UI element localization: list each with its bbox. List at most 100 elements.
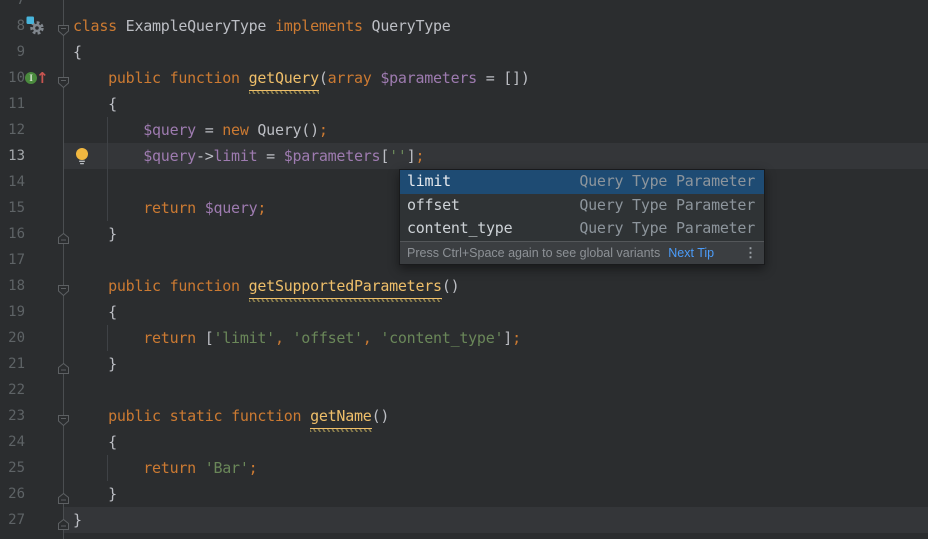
code-token: } (73, 225, 117, 243)
code-token (222, 407, 231, 425)
code-line-text[interactable]: { (73, 429, 117, 455)
code-line-text[interactable]: } (73, 507, 82, 533)
line-number: 18 (0, 273, 25, 299)
code-token: [ (196, 329, 214, 347)
code-token: QueryType (363, 17, 451, 35)
line-number: 26 (0, 481, 25, 507)
code-token: = (257, 147, 283, 165)
fold-end-icon (57, 232, 70, 245)
next-tip-link[interactable]: Next Tip (668, 246, 714, 260)
code-token: array (328, 69, 372, 87)
completion-item-name: limit (407, 170, 451, 194)
code-token: () (372, 407, 390, 425)
code-line-text[interactable]: return 'Bar'; (73, 455, 257, 481)
completion-item-type: Query Type Parameter (579, 194, 755, 218)
code-token: static (170, 407, 223, 425)
code-token (161, 69, 170, 87)
line-number: 17 (0, 247, 25, 273)
line-number: 23 (0, 403, 25, 429)
line-number: 14 (0, 169, 25, 195)
code-line-text[interactable]: } (73, 351, 117, 377)
code-token (284, 329, 293, 347)
completion-item[interactable]: limitQuery Type Parameter (400, 170, 764, 194)
fold-marker[interactable] (57, 227, 70, 240)
more-options-icon[interactable]: ⋮ (744, 242, 757, 264)
code-token: class (73, 17, 117, 35)
implements-gutter-icon[interactable]: I ↑ (23, 65, 47, 91)
intention-bulb-icon[interactable] (74, 147, 90, 165)
code-token: limit (214, 147, 258, 165)
code-token: $query (143, 147, 196, 165)
fold-marker[interactable] (57, 513, 70, 526)
fold-marker[interactable] (57, 487, 70, 500)
fold-marker[interactable] (57, 71, 70, 84)
code-token: 'content_type' (380, 329, 503, 347)
code-token: } (73, 511, 82, 529)
code-line-text[interactable]: { (73, 299, 117, 325)
line-number: 15 (0, 195, 25, 221)
code-token: { (73, 303, 117, 321)
completion-item-type: Query Type Parameter (579, 217, 755, 241)
code-line-text[interactable]: $query = new Query(); (73, 117, 328, 143)
code-line-text[interactable]: $query->limit = $parameters['']; (73, 143, 424, 169)
line-number: 24 (0, 429, 25, 455)
code-token: implements (275, 17, 363, 35)
code-token: $query (143, 121, 196, 139)
code-token: $query (205, 199, 258, 217)
fold-marker[interactable] (57, 19, 70, 32)
code-token: '' (389, 147, 407, 165)
settings-gutter-icon[interactable] (24, 15, 48, 37)
code-line: 26 } (0, 481, 928, 507)
code-line-text[interactable]: public function getQuery(array $paramete… (73, 65, 530, 91)
code-line-text[interactable]: return $query; (73, 195, 266, 221)
code-line: 25 return 'Bar'; (0, 455, 928, 481)
fold-marker[interactable] (57, 279, 70, 292)
code-line-text[interactable]: } (73, 221, 117, 247)
fold-open-icon (57, 76, 70, 89)
fold-open-icon (57, 24, 70, 37)
fold-end-icon (57, 518, 70, 531)
code-line: 9{ (0, 39, 928, 65)
code-line-text[interactable]: public function getSupportedParameters() (73, 273, 459, 299)
code-token (240, 277, 249, 295)
code-line-text[interactable]: { (73, 39, 82, 65)
code-line: 21 } (0, 351, 928, 377)
completion-hint-text: Press Ctrl+Space again to see global var… (407, 246, 660, 260)
code-token: function (170, 277, 240, 295)
fold-marker[interactable] (57, 357, 70, 370)
code-editor[interactable]: 78 class ExampleQueryType implements Que… (0, 0, 928, 539)
code-token (161, 407, 170, 425)
code-line-text[interactable]: public static function getName() (73, 403, 389, 429)
code-token: ; (257, 199, 266, 217)
code-token (73, 459, 143, 477)
code-line-text[interactable]: return ['limit', 'offset', 'content_type… (73, 325, 521, 351)
code-token: return (143, 329, 196, 347)
code-token: 'Bar' (205, 459, 249, 477)
code-token: ] (503, 329, 512, 347)
line-number: 10 (0, 65, 25, 91)
code-token: getQuery (249, 66, 319, 91)
line-number: 8 (0, 13, 25, 39)
line-number: 11 (0, 91, 25, 117)
code-line-text[interactable]: } (73, 481, 117, 507)
code-token: } (73, 355, 117, 373)
code-token: ; (415, 147, 424, 165)
code-token: Query() (249, 121, 319, 139)
fold-open-icon (57, 284, 70, 297)
code-token: = (196, 121, 222, 139)
code-token: , (275, 329, 284, 347)
code-line-text[interactable]: { (73, 91, 117, 117)
completion-item[interactable]: offset Query Type Parameter (400, 194, 764, 218)
completion-item[interactable]: content_typeQuery Type Parameter (400, 217, 764, 241)
fold-marker[interactable] (57, 409, 70, 422)
code-line: 13 $query->limit = $parameters['']; (0, 143, 928, 169)
code-token (73, 407, 108, 425)
code-token: ; (512, 329, 521, 347)
code-line-text[interactable]: class ExampleQueryType implements QueryT… (73, 13, 451, 39)
line-number: 27 (0, 507, 25, 533)
completion-item-name: offset (407, 194, 460, 218)
code-token: } (73, 485, 117, 503)
code-token (196, 199, 205, 217)
line-number: 22 (0, 377, 25, 403)
code-line: 23 public static function getName() (0, 403, 928, 429)
